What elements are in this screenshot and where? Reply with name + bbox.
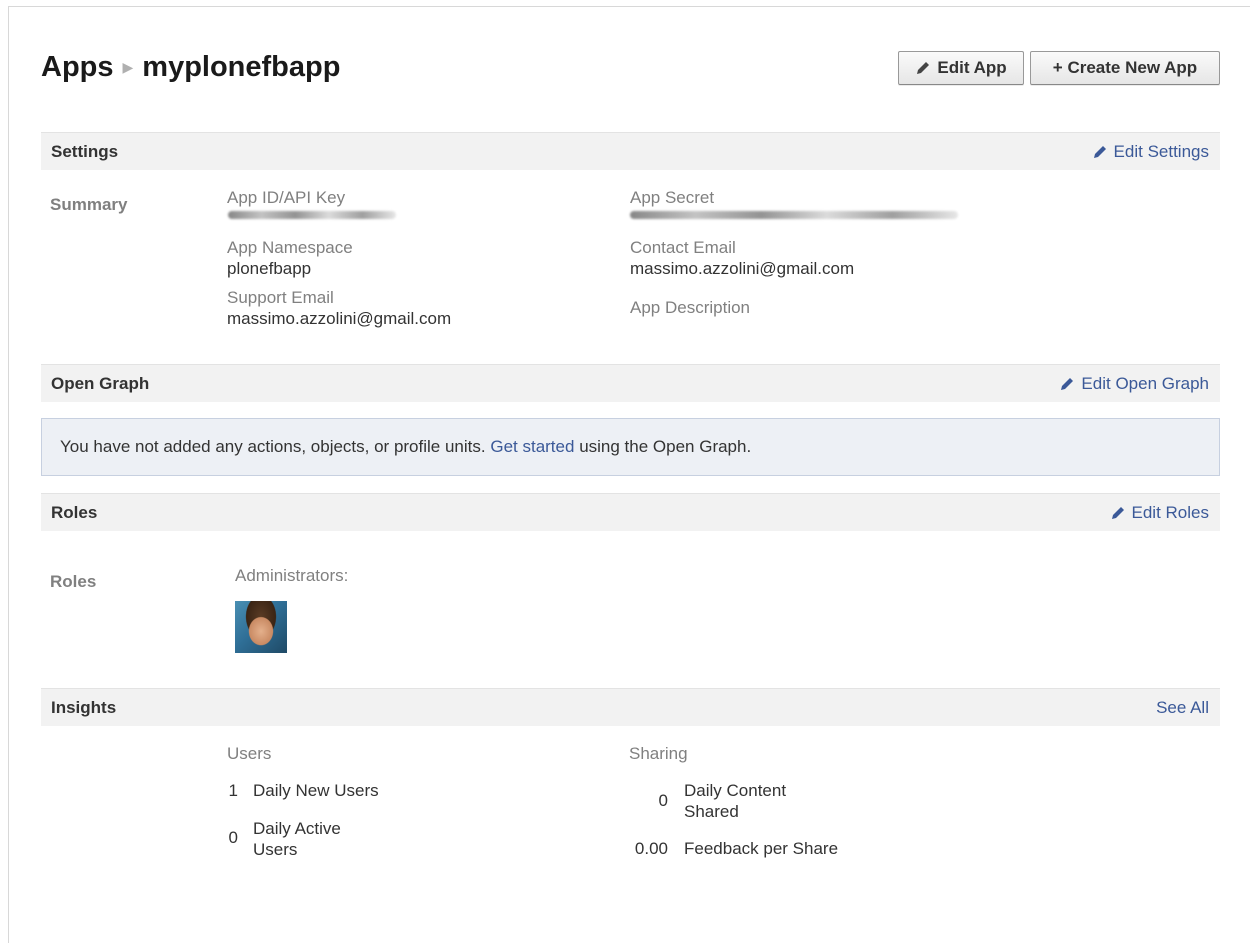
contact-email-label: Contact Email: [630, 238, 736, 257]
breadcrumb-apps-link[interactable]: Apps: [41, 51, 114, 83]
edit-settings-label: Edit Settings: [1113, 141, 1209, 161]
daily-new-users-value: 1: [228, 781, 238, 800]
app-description-label: App Description: [630, 298, 751, 317]
daily-active-users-value: 0: [228, 828, 238, 847]
open-graph-header: Open Graph Edit Open Graph: [41, 364, 1220, 402]
roles-title: Roles: [51, 502, 98, 522]
insights-header: Insights See All: [41, 688, 1220, 726]
page-title: myplonefbapp: [142, 50, 341, 83]
daily-content-shared-line1: Daily Content: [684, 781, 787, 800]
edit-roles-label: Edit Roles: [1131, 502, 1209, 522]
breadcrumb-arrow-icon: ▶: [122, 58, 134, 75]
support-email-label: Support Email: [227, 288, 334, 307]
notice-text-before: You have not added any actions, objects,…: [60, 437, 486, 456]
settings-header: Settings Edit Settings: [41, 132, 1220, 170]
app-secret-redacted: [630, 211, 958, 219]
namespace-value: plonefbapp: [227, 259, 312, 278]
edit-app-button[interactable]: Edit App: [898, 51, 1024, 85]
edit-open-graph-link[interactable]: Edit Open Graph: [1059, 374, 1209, 394]
settings-title: Settings: [51, 141, 119, 161]
users-heading: Users: [227, 744, 272, 763]
daily-new-users-label: Daily New Users: [253, 781, 379, 800]
namespace-label: App Namespace: [227, 238, 353, 257]
daily-content-shared-label: Daily Content Shared: [684, 780, 786, 822]
daily-content-shared-line2: Shared: [684, 802, 739, 821]
get-started-link[interactable]: Get started: [490, 437, 574, 457]
frame-top-border: [8, 6, 1250, 7]
admin-avatar[interactable]: [235, 601, 287, 653]
feedback-per-share-label: Feedback per Share: [684, 839, 839, 858]
roles-row-label: Roles: [50, 572, 97, 591]
daily-active-users-line1: Daily Active: [253, 819, 341, 838]
create-new-app-button[interactable]: + Create New App: [1030, 51, 1220, 85]
open-graph-title: Open Graph: [51, 373, 150, 393]
app-id-label: App ID/API Key: [227, 188, 346, 207]
sharing-heading: Sharing: [629, 744, 688, 763]
create-new-app-label: + Create New App: [1052, 58, 1198, 77]
feedback-per-share-value: 0.00: [634, 839, 668, 858]
roles-header: Roles Edit Roles: [41, 493, 1220, 531]
edit-open-graph-label: Edit Open Graph: [1081, 373, 1209, 393]
pencil-icon: [917, 62, 930, 74]
insights-title: Insights: [51, 697, 117, 717]
breadcrumb: Apps ▶ myplonefbapp: [41, 50, 340, 84]
administrators-label: Administrators:: [235, 566, 349, 585]
summary-label: Summary: [50, 195, 128, 214]
edit-roles-link[interactable]: Edit Roles: [1110, 503, 1209, 523]
edit-app-label: Edit App: [937, 58, 1007, 77]
contact-email-value: massimo.azzolini@gmail.com: [630, 259, 855, 278]
app-id-redacted: [228, 211, 396, 219]
see-all-label: See All: [1156, 697, 1209, 717]
pencil-icon: [1093, 145, 1106, 158]
daily-active-users-line2: Users: [253, 840, 298, 859]
open-graph-notice: You have not added any actions, objects,…: [41, 418, 1220, 476]
app-secret-label: App Secret: [630, 188, 715, 207]
edit-settings-link[interactable]: Edit Settings: [1092, 142, 1209, 162]
see-all-link[interactable]: See All: [1156, 698, 1209, 718]
pencil-icon: [1111, 506, 1124, 519]
support-email-value: massimo.azzolini@gmail.com: [227, 309, 452, 328]
frame-left-border: [8, 6, 9, 943]
daily-content-shared-value: 0: [658, 791, 668, 810]
pencil-icon: [1061, 377, 1074, 390]
notice-text-after: using the Open Graph.: [579, 437, 752, 456]
daily-active-users-label: Daily Active Users: [253, 818, 341, 860]
